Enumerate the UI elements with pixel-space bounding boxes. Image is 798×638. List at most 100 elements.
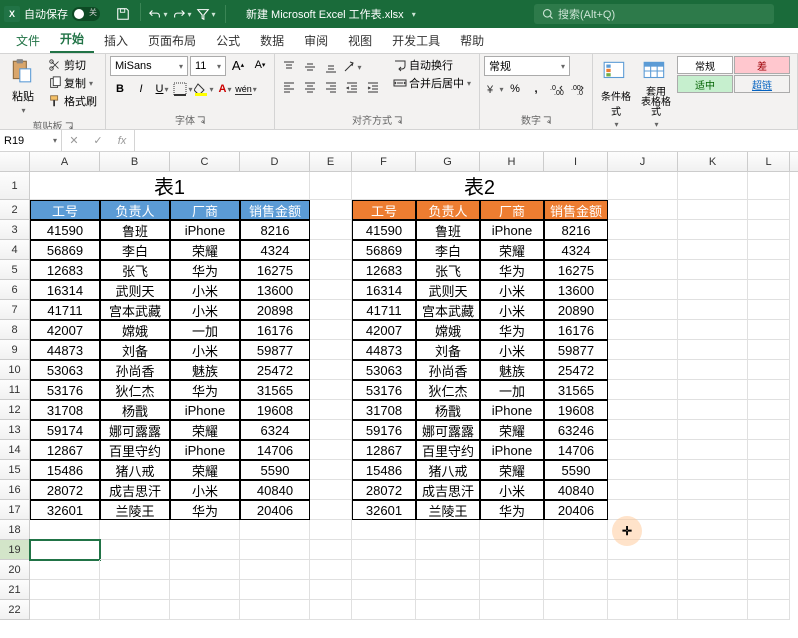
table1-cell[interactable]: 小米 [170,300,240,320]
table2-cell[interactable]: 14706 [544,440,608,460]
align-center-icon[interactable] [300,78,320,96]
table1-cell[interactable]: 13600 [240,280,310,300]
conditional-format-button[interactable]: 条件格式▾ [597,56,635,130]
indent-right-icon[interactable] [363,78,383,96]
table2-cell[interactable]: 嫦娥 [416,320,480,340]
row-header-4[interactable]: 4 [0,240,30,260]
table2-cell[interactable]: 魅族 [480,360,544,380]
table2-cell[interactable]: 31708 [352,400,416,420]
table2-cell[interactable]: 小米 [480,340,544,360]
table1-cell[interactable]: 16314 [30,280,100,300]
decrease-decimal-icon[interactable]: .00.0 [568,80,588,98]
table1-cell[interactable]: 鲁班 [100,220,170,240]
cell-style-good[interactable]: 适中 [677,75,733,93]
table1-cell[interactable]: 28072 [30,480,100,500]
table2-title[interactable]: 表2 [352,172,608,200]
table1-cell[interactable]: 百里守约 [100,440,170,460]
font-color-button[interactable]: A▾ [215,80,235,98]
table1-cell[interactable]: 40840 [240,480,310,500]
table1-cell[interactable]: iPhone [170,400,240,420]
table1-cell[interactable]: 5590 [240,460,310,480]
table1-cell[interactable]: 猪八戒 [100,460,170,480]
merge-center-button[interactable]: 合并后居中▾ [389,74,475,92]
table2-cell[interactable]: 40840 [544,480,608,500]
font-size-select[interactable]: 11▾ [190,56,226,76]
table1-cell[interactable]: 狄仁杰 [100,380,170,400]
table1-cell[interactable]: 41711 [30,300,100,320]
table1-cell[interactable]: 16275 [240,260,310,280]
table2-cell[interactable]: 华为 [480,500,544,520]
table2-cell[interactable]: iPhone [480,400,544,420]
tab-view[interactable]: 视图 [338,27,382,53]
tab-developer[interactable]: 开发工具 [382,27,450,53]
table2-cell[interactable]: 荣耀 [480,420,544,440]
table2-cell[interactable]: 李白 [416,240,480,260]
table1-cell[interactable]: 14706 [240,440,310,460]
cut-button[interactable]: 剪切 [44,56,101,74]
table1-cell[interactable]: 华为 [170,380,240,400]
row-header-20[interactable]: 20 [0,560,30,580]
table1-cell[interactable]: 41590 [30,220,100,240]
copy-button[interactable]: 复制▾ [44,74,101,92]
table2-header[interactable]: 销售金额 [544,200,608,220]
table2-cell[interactable]: 12867 [352,440,416,460]
table2-cell[interactable]: 53063 [352,360,416,380]
decrease-font-icon[interactable]: A▾ [250,56,270,74]
number-format-select[interactable]: 常规▾ [484,56,570,76]
table2-cell[interactable]: 59176 [352,420,416,440]
percent-icon[interactable]: % [505,80,525,98]
table1-cell[interactable]: 53176 [30,380,100,400]
table1-cell[interactable]: 8216 [240,220,310,240]
col-header-D[interactable]: D [240,152,310,171]
row-header-16[interactable]: 16 [0,480,30,500]
select-all-corner[interactable] [0,152,30,171]
table2-cell[interactable]: 成吉思汗 [416,480,480,500]
table1-header[interactable]: 工号 [30,200,100,220]
tab-help[interactable]: 帮助 [450,27,494,53]
table2-header[interactable]: 工号 [352,200,416,220]
table2-cell[interactable]: 武则天 [416,280,480,300]
table1-cell[interactable]: 华为 [170,260,240,280]
table2-cell[interactable]: 刘备 [416,340,480,360]
table1-cell[interactable]: 嫦娥 [100,320,170,340]
table2-cell[interactable]: 16176 [544,320,608,340]
table1-header[interactable]: 负责人 [100,200,170,220]
table1-cell[interactable]: 李白 [100,240,170,260]
table2-cell[interactable]: 华为 [480,260,544,280]
row-header-1[interactable]: 1 [0,172,30,200]
table2-cell[interactable]: 56869 [352,240,416,260]
row-header-9[interactable]: 9 [0,340,30,360]
increase-font-icon[interactable]: A▴ [228,56,248,74]
tab-pagelayout[interactable]: 页面布局 [138,27,206,53]
table1-cell[interactable]: 杨戬 [100,400,170,420]
italic-button[interactable]: I [131,80,151,98]
table2-cell[interactable]: 13600 [544,280,608,300]
table2-cell[interactable]: 42007 [352,320,416,340]
table1-cell[interactable]: 小米 [170,280,240,300]
table1-cell[interactable]: 59174 [30,420,100,440]
row-header-3[interactable]: 3 [0,220,30,240]
table1-cell[interactable]: 6324 [240,420,310,440]
table2-cell[interactable]: 31565 [544,380,608,400]
row-header-10[interactable]: 10 [0,360,30,380]
table1-cell[interactable]: 荣耀 [170,460,240,480]
row-header-15[interactable]: 15 [0,460,30,480]
undo-icon[interactable]: ▾ [147,3,169,25]
table1-cell[interactable]: iPhone [170,220,240,240]
table2-cell[interactable]: 兰陵王 [416,500,480,520]
table1-cell[interactable]: 53063 [30,360,100,380]
row-header-18[interactable]: 18 [0,520,30,540]
table1-cell[interactable]: 25472 [240,360,310,380]
table1-cell[interactable]: 15486 [30,460,100,480]
autosave-toggle[interactable]: 自动保存 关 [24,6,100,22]
table1-header[interactable]: 厂商 [170,200,240,220]
table2-cell[interactable]: 宫本武藏 [416,300,480,320]
table1-cell[interactable]: 20898 [240,300,310,320]
bold-button[interactable]: B [110,80,130,98]
table2-cell[interactable]: 12683 [352,260,416,280]
col-header-C[interactable]: C [170,152,240,171]
table2-cell[interactable]: 5590 [544,460,608,480]
redo-icon[interactable]: ▾ [171,3,193,25]
table2-cell[interactable]: 4324 [544,240,608,260]
filename-dropdown-icon[interactable]: ▾ [412,10,416,19]
